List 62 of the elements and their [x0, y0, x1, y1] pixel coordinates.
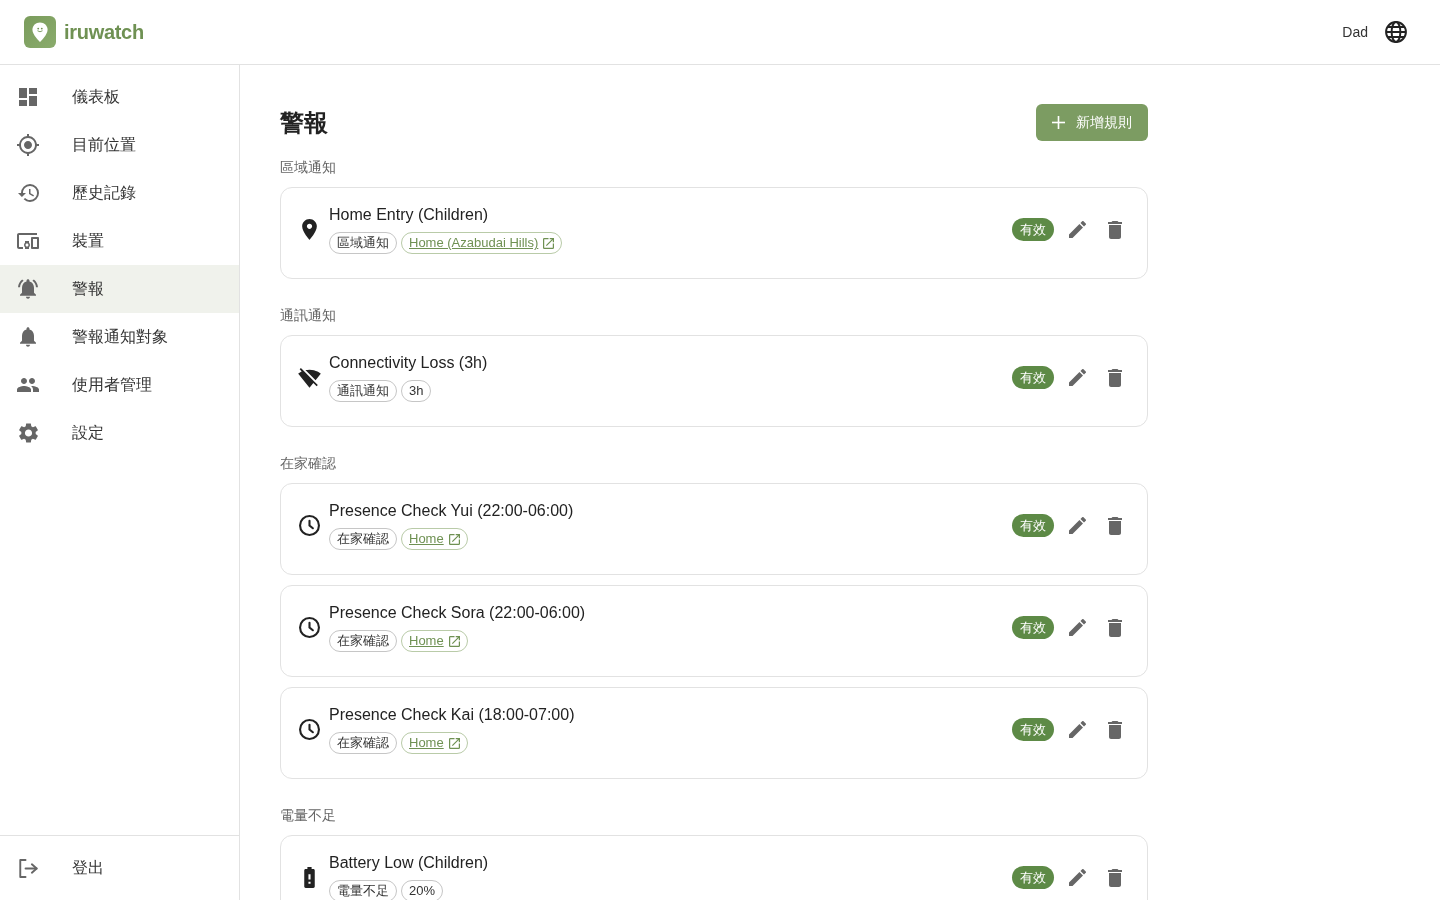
- nav-item[interactable]: 裝置: [0, 217, 239, 265]
- plus-icon: [1052, 116, 1065, 129]
- nav-item[interactable]: 警報: [0, 265, 239, 313]
- rule-name: Presence Check Yui (22:00-06:00): [329, 501, 574, 521]
- external-link-icon: [448, 737, 460, 749]
- settings-icon: [18, 423, 38, 443]
- pencil-icon: [1068, 869, 1086, 886]
- pencil-icon: [1068, 369, 1086, 386]
- rule-name: Presence Check Kai (18:00-07:00): [329, 705, 575, 725]
- clock-icon: [298, 719, 320, 740]
- section-heading: 電量不足: [280, 806, 337, 825]
- clock-icon: [298, 515, 320, 536]
- nav-item[interactable]: 歷史記錄: [0, 169, 239, 217]
- status-badge: 有效: [1012, 366, 1054, 389]
- external-link-icon: [448, 533, 460, 545]
- user-name: Dad: [1342, 24, 1368, 40]
- people-icon: [17, 378, 39, 392]
- status-badge: 有效: [1012, 718, 1054, 741]
- pencil-icon: [1068, 221, 1086, 238]
- nav-item[interactable]: 目前位置: [0, 121, 239, 169]
- pencil-icon: [1068, 619, 1086, 636]
- trash-icon: [1108, 868, 1122, 887]
- nav-item[interactable]: 儀表板: [0, 73, 239, 121]
- nav-item[interactable]: 警報通知對象: [0, 313, 239, 361]
- external-link-icon: [543, 237, 555, 249]
- rule-name: Connectivity Loss (3h): [329, 353, 488, 373]
- trash-icon: [1108, 720, 1122, 739]
- nav-item[interactable]: 使用者管理: [0, 361, 239, 409]
- section-heading: 通訊通知: [280, 306, 337, 325]
- status-badge: 有效: [1012, 218, 1054, 241]
- battery-alert-icon: [303, 867, 315, 888]
- external-link-icon: [448, 635, 460, 647]
- logo-icon: [24, 16, 56, 48]
- logout-icon: [18, 858, 38, 878]
- trash-icon: [1108, 618, 1122, 637]
- bell-icon: [20, 327, 36, 347]
- history-icon: [17, 184, 39, 202]
- dashboard-icon: [19, 88, 37, 106]
- globe-icon: [1385, 21, 1407, 43]
- crosshair-icon: [17, 134, 39, 156]
- trash-icon: [1108, 516, 1122, 535]
- section-heading: 在家確認: [280, 454, 337, 473]
- page-title: 警報: [280, 107, 328, 138]
- clock-icon: [298, 617, 320, 638]
- rule-name: Battery Low (Children): [329, 853, 489, 873]
- status-badge: 有效: [1012, 616, 1054, 639]
- wifi-off-icon: [297, 367, 321, 388]
- trash-icon: [1108, 368, 1122, 387]
- pencil-icon: [1068, 517, 1086, 534]
- pencil-icon: [1068, 721, 1086, 738]
- rule-name: Presence Check Sora (22:00-06:00): [329, 603, 586, 623]
- status-badge: 有效: [1012, 514, 1054, 537]
- logout-item[interactable]: 登出: [0, 844, 239, 892]
- section-heading: 區域通知: [280, 158, 337, 177]
- rule-name: Home Entry (Children): [329, 205, 489, 225]
- devices-icon: [17, 233, 39, 249]
- ringing-bell-icon: [18, 279, 38, 299]
- brand-name: iruwatch: [64, 20, 144, 44]
- nav-item[interactable]: 設定: [0, 409, 239, 457]
- status-badge: 有效: [1012, 866, 1054, 889]
- map-pin-icon: [301, 219, 317, 240]
- trash-icon: [1108, 220, 1122, 239]
